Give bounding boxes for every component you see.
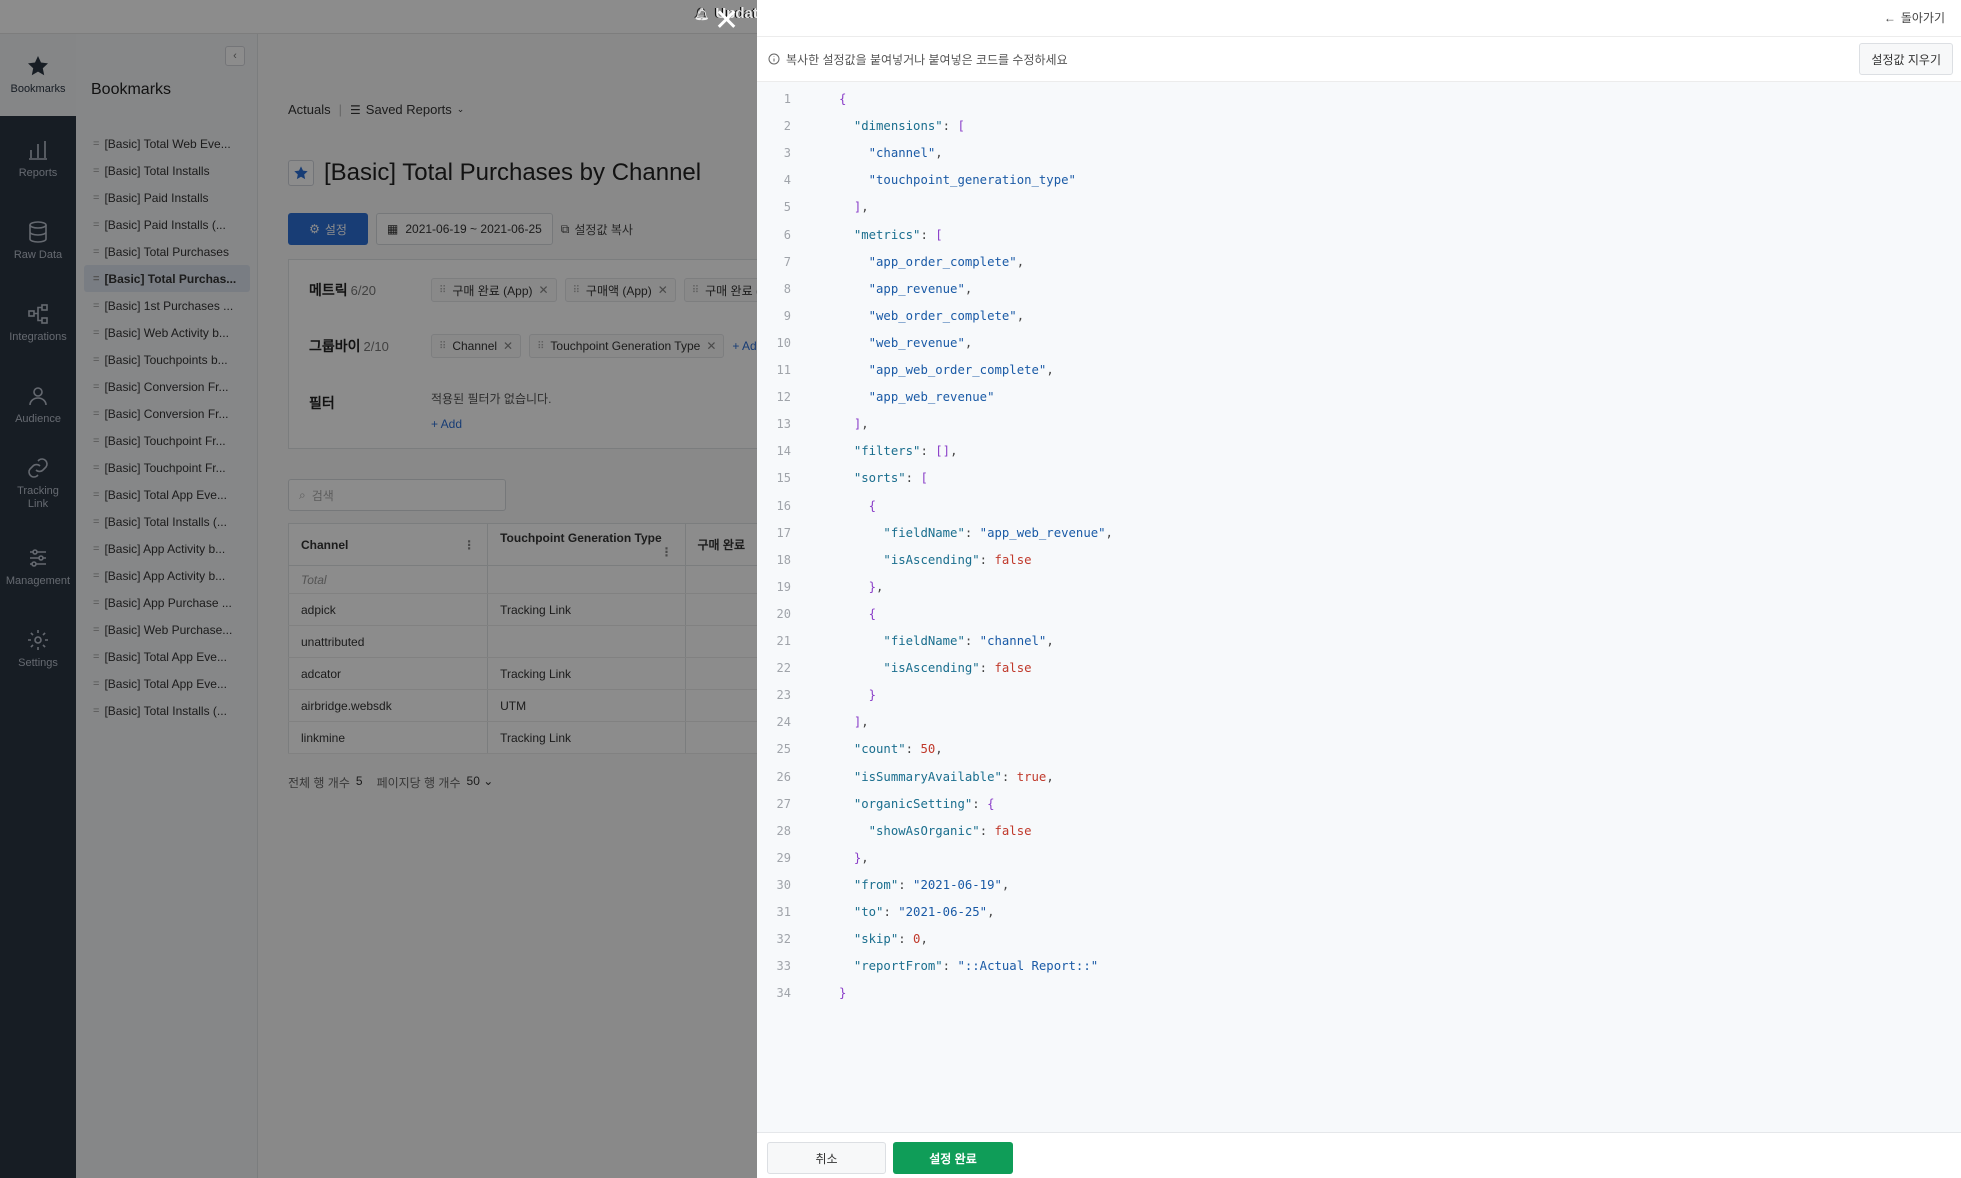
line-number: 25 [776, 742, 791, 757]
line-number: 31 [776, 905, 791, 919]
line-number: 33 [776, 959, 791, 974]
line-number: 32 [776, 932, 791, 947]
code-line: "app_web_order_complete", [868, 363, 1054, 377]
clear-settings-button[interactable]: 설정값 지우기 [1859, 43, 1953, 75]
line-number: 10 [776, 335, 791, 350]
line-number: 30 [776, 877, 791, 892]
code-line: ], [853, 417, 869, 432]
code-line: "from": "2021-06-19", [853, 877, 1010, 892]
code-line: ], [853, 200, 869, 215]
settings-code-drawer: ← 돌아가기 복사한 설정값을 붙여넣거나 붙여넣은 코드를 수정하세요 설정값… [757, 0, 1961, 1178]
info-message: 복사한 설정값을 붙여넣거나 붙여넣은 코드를 수정하세요 [768, 51, 1068, 68]
app-root: { "topbar": {"update_label": "Update"}, … [0, 0, 1961, 1178]
code-editor[interactable]: 1 {2 "dimensions": [ 3 "channel", 4 "touchp… [757, 82, 1961, 1132]
code-line: "fieldName": "app_web_revenue", [883, 525, 1113, 540]
line-number: 20 [776, 606, 791, 621]
drawer-footer: 취소 설정 완료 [757, 1132, 1961, 1178]
line-number: 14 [776, 444, 791, 459]
code-line: } [868, 688, 877, 703]
code-line: "isSummaryAvailable": true, [853, 769, 1054, 784]
code-line: "skip": 0, [853, 932, 928, 947]
code-line: { [839, 92, 847, 106]
code-line: }, [853, 850, 869, 865]
line-number: 23 [776, 688, 791, 703]
code-line: "reportFrom": "::Actual Report::" [853, 959, 1099, 974]
line-number: 16 [776, 498, 791, 513]
line-number: 34 [776, 986, 791, 1001]
back-label: 돌아가기 [1900, 11, 1945, 25]
cancel-button[interactable]: 취소 [767, 1142, 886, 1174]
line-number: 22 [776, 661, 791, 676]
code-line: "app_web_revenue" [868, 390, 995, 405]
code-line: "app_revenue", [868, 281, 973, 296]
bell-icon: 🔔︎ [694, 6, 710, 21]
line-number: 11 [776, 363, 791, 377]
line-number: 6 [783, 227, 791, 242]
info-icon [768, 53, 780, 65]
update-notice-dimmed: 🔔︎ Update [694, 5, 766, 22]
line-number: 1 [783, 92, 791, 106]
info-text: 복사한 설정값을 붙여넣거나 붙여넣은 코드를 수정하세요 [786, 52, 1068, 67]
back-button[interactable]: ← 돌아가기 [1884, 9, 1945, 26]
code-line: "sorts": [ [853, 471, 928, 486]
line-number: 15 [776, 471, 791, 486]
line-number: 2 [783, 119, 791, 134]
code-line: "to": "2021-06-25", [853, 905, 995, 919]
code-line: "metrics": [ [853, 227, 943, 242]
line-number: 12 [776, 390, 791, 405]
line-number: 27 [776, 796, 791, 811]
line-number: 21 [776, 634, 791, 648]
code-line: ], [853, 715, 869, 730]
line-number: 24 [776, 715, 791, 730]
code-line: "web_order_complete", [868, 308, 1025, 323]
line-number: 3 [783, 146, 791, 161]
code-line: }, [868, 579, 884, 594]
code-line: "organicSetting": { [853, 796, 995, 811]
line-number: 13 [776, 417, 791, 432]
code-line: "isAscending": false [883, 552, 1032, 567]
code-line: "showAsOrganic": false [868, 823, 1032, 838]
line-number: 26 [776, 769, 791, 784]
line-number: 29 [776, 850, 791, 865]
line-number: 19 [776, 579, 791, 594]
info-bar: 복사한 설정값을 붙여넣거나 붙여넣은 코드를 수정하세요 설정값 지우기 [757, 36, 1961, 82]
code-line: { [868, 498, 877, 513]
code-line: "isAscending": false [883, 661, 1032, 676]
code-line: "channel", [868, 146, 943, 161]
arrow-left-icon: ← [1883, 10, 1896, 25]
line-number: 7 [783, 254, 791, 269]
line-number: 28 [776, 823, 791, 838]
line-number: 17 [776, 525, 791, 540]
line-number: 5 [783, 200, 791, 215]
code-line: "web_revenue", [868, 335, 973, 350]
confirm-settings-button[interactable]: 설정 완료 [893, 1142, 1013, 1174]
code-line: "app_order_complete", [868, 254, 1025, 269]
code-line: } [839, 986, 847, 1001]
code-line: { [868, 606, 877, 621]
line-number: 4 [783, 173, 791, 188]
line-number: 9 [783, 308, 791, 323]
modal-backdrop[interactable] [0, 0, 757, 1178]
line-number: 8 [783, 281, 791, 296]
code-line: "filters": [], [853, 444, 958, 459]
code-line: "touchpoint_generation_type" [868, 173, 1076, 188]
line-number: 18 [776, 552, 791, 567]
code-line: "fieldName": "channel", [883, 634, 1054, 648]
code-line: "count": 50, [853, 742, 943, 757]
code-line: "dimensions": [ [853, 119, 965, 134]
